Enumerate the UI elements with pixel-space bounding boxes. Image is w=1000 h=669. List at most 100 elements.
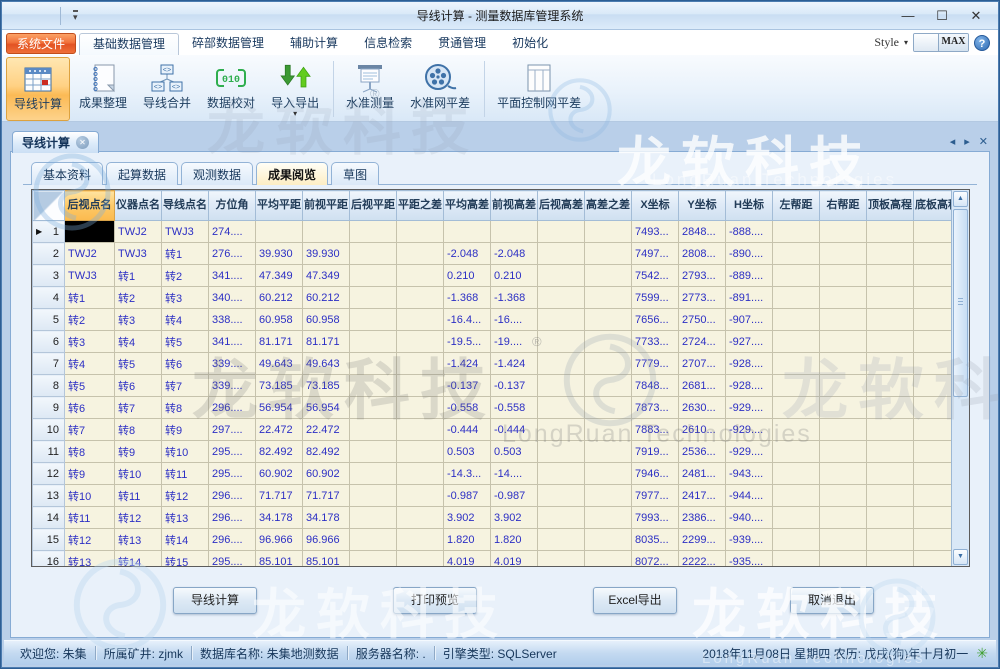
grid-cell[interactable]: -889.... [726, 265, 773, 287]
grid-cell[interactable]: 转4 [162, 309, 209, 331]
ribbon-button-6[interactable]: 水准测量 [339, 57, 401, 121]
grid-cell[interactable] [773, 375, 820, 397]
grid-cell[interactable]: 转2 [162, 265, 209, 287]
grid-cell[interactable]: -929.... [726, 419, 773, 441]
grid-cell[interactable] [867, 331, 914, 353]
grid-cell[interactable]: 71.717 [303, 485, 350, 507]
grid-cell[interactable] [585, 375, 632, 397]
grid-cell[interactable] [397, 265, 444, 287]
grid-cell[interactable] [397, 551, 444, 567]
grid-cell[interactable]: 7497... [632, 243, 679, 265]
grid-cell[interactable] [773, 265, 820, 287]
column-header-5[interactable]: 平均平距 [256, 191, 303, 221]
column-header-15[interactable]: H坐标 [726, 191, 773, 221]
grid-cell[interactable] [397, 375, 444, 397]
grid-cell[interactable]: -1.424 [491, 353, 538, 375]
grid-cell[interactable]: -0.137 [444, 375, 491, 397]
grid-cell[interactable] [820, 375, 867, 397]
column-header-9[interactable]: 平均高差 [444, 191, 491, 221]
grid-cell[interactable]: 7873... [632, 397, 679, 419]
grid-cell[interactable]: -0.558 [444, 397, 491, 419]
grid-cell[interactable] [820, 507, 867, 529]
grid-cell[interactable] [397, 463, 444, 485]
grid-cell[interactable] [538, 529, 585, 551]
grid-cell[interactable] [773, 331, 820, 353]
grid-cell[interactable] [397, 507, 444, 529]
grid-cell[interactable]: -0.558 [491, 397, 538, 419]
grid-cell[interactable]: 7848... [632, 375, 679, 397]
grid-cell[interactable]: -928.... [726, 353, 773, 375]
grid-cell[interactable] [350, 353, 397, 375]
grid-cell[interactable]: 60.212 [303, 287, 350, 309]
grid-cell[interactable]: 56.954 [303, 397, 350, 419]
grid-cell[interactable] [397, 529, 444, 551]
grid-cell[interactable] [867, 375, 914, 397]
grid-cell[interactable]: 340.... [209, 287, 256, 309]
grid-cell[interactable]: 34.178 [256, 507, 303, 529]
grid-cell[interactable] [350, 485, 397, 507]
grid-cell[interactable]: -929.... [726, 441, 773, 463]
grid-cell[interactable]: 56.954 [256, 397, 303, 419]
grid-cell[interactable] [914, 243, 952, 265]
row-header[interactable]: 15 [33, 529, 65, 551]
grid-cell[interactable]: 297.... [209, 419, 256, 441]
row-header[interactable]: 13 [33, 485, 65, 507]
grid-cell[interactable]: 转9 [162, 419, 209, 441]
column-header-12[interactable]: 高差之差 [585, 191, 632, 221]
grid-cell[interactable] [585, 529, 632, 551]
grid-cell[interactable]: 转11 [162, 463, 209, 485]
grid-cell[interactable]: 7946... [632, 463, 679, 485]
grid-cell[interactable]: 49.643 [256, 353, 303, 375]
grid-cell[interactable]: 4.019 [444, 551, 491, 567]
grid-cell[interactable]: -891.... [726, 287, 773, 309]
grid-cell[interactable]: 7883... [632, 419, 679, 441]
grid-cell[interactable]: 60.902 [256, 463, 303, 485]
grid-cell[interactable]: 82.492 [256, 441, 303, 463]
grid-cell[interactable] [867, 507, 914, 529]
grid-cell[interactable]: 2773... [679, 287, 726, 309]
grid-cell[interactable]: 81.171 [303, 331, 350, 353]
grid-cell[interactable] [350, 507, 397, 529]
grid-cell[interactable] [350, 287, 397, 309]
grid-cell[interactable] [538, 419, 585, 441]
grid-cell[interactable] [867, 529, 914, 551]
grid-cell[interactable] [914, 419, 952, 441]
grid-cell[interactable] [585, 551, 632, 567]
grid-cell[interactable]: 转14 [115, 551, 162, 567]
grid-cell[interactable]: -0.444 [491, 419, 538, 441]
grid-cell[interactable]: 转7 [115, 397, 162, 419]
grid-cell[interactable] [538, 243, 585, 265]
grid-cell[interactable]: 71.717 [256, 485, 303, 507]
grid-cell[interactable]: 341.... [209, 265, 256, 287]
grid-cell[interactable] [914, 507, 952, 529]
grid-cell[interactable] [867, 265, 914, 287]
grid-cell[interactable]: -940.... [726, 507, 773, 529]
grid-cell[interactable] [773, 287, 820, 309]
grid-cell[interactable]: 22.472 [303, 419, 350, 441]
grid-cell[interactable] [585, 331, 632, 353]
grid-cell[interactable]: 转10 [65, 485, 115, 507]
grid-cell[interactable]: 转7 [65, 419, 115, 441]
tab-scroll-left-icon[interactable]: ◂ [950, 135, 956, 148]
column-header-14[interactable]: Y坐标 [679, 191, 726, 221]
grid-cell[interactable]: -14.3... [444, 463, 491, 485]
grid-cell[interactable]: -16.... [491, 309, 538, 331]
grid-cell[interactable]: -929.... [726, 397, 773, 419]
row-header[interactable]: 2 [33, 243, 65, 265]
grid-cell[interactable]: 7493... [632, 221, 679, 243]
grid-cell[interactable]: 转8 [115, 419, 162, 441]
system-file-button[interactable]: 系统文件 [6, 33, 76, 54]
ribbon-button-5[interactable]: 导入导出▾ [264, 57, 326, 121]
grid-cell[interactable] [914, 287, 952, 309]
grid-cell[interactable]: 0.210 [491, 265, 538, 287]
grid-cell[interactable]: 2417... [679, 485, 726, 507]
grid-cell[interactable] [350, 463, 397, 485]
grid-cell[interactable] [397, 221, 444, 243]
grid-cell[interactable]: 转3 [115, 309, 162, 331]
grid-cell[interactable]: 295.... [209, 551, 256, 567]
grid-cell[interactable]: 2808... [679, 243, 726, 265]
grid-cell[interactable]: 339.... [209, 375, 256, 397]
grid-cell[interactable]: 296.... [209, 397, 256, 419]
max-toggle[interactable]: MAX [938, 34, 968, 51]
grid-cell[interactable] [773, 441, 820, 463]
